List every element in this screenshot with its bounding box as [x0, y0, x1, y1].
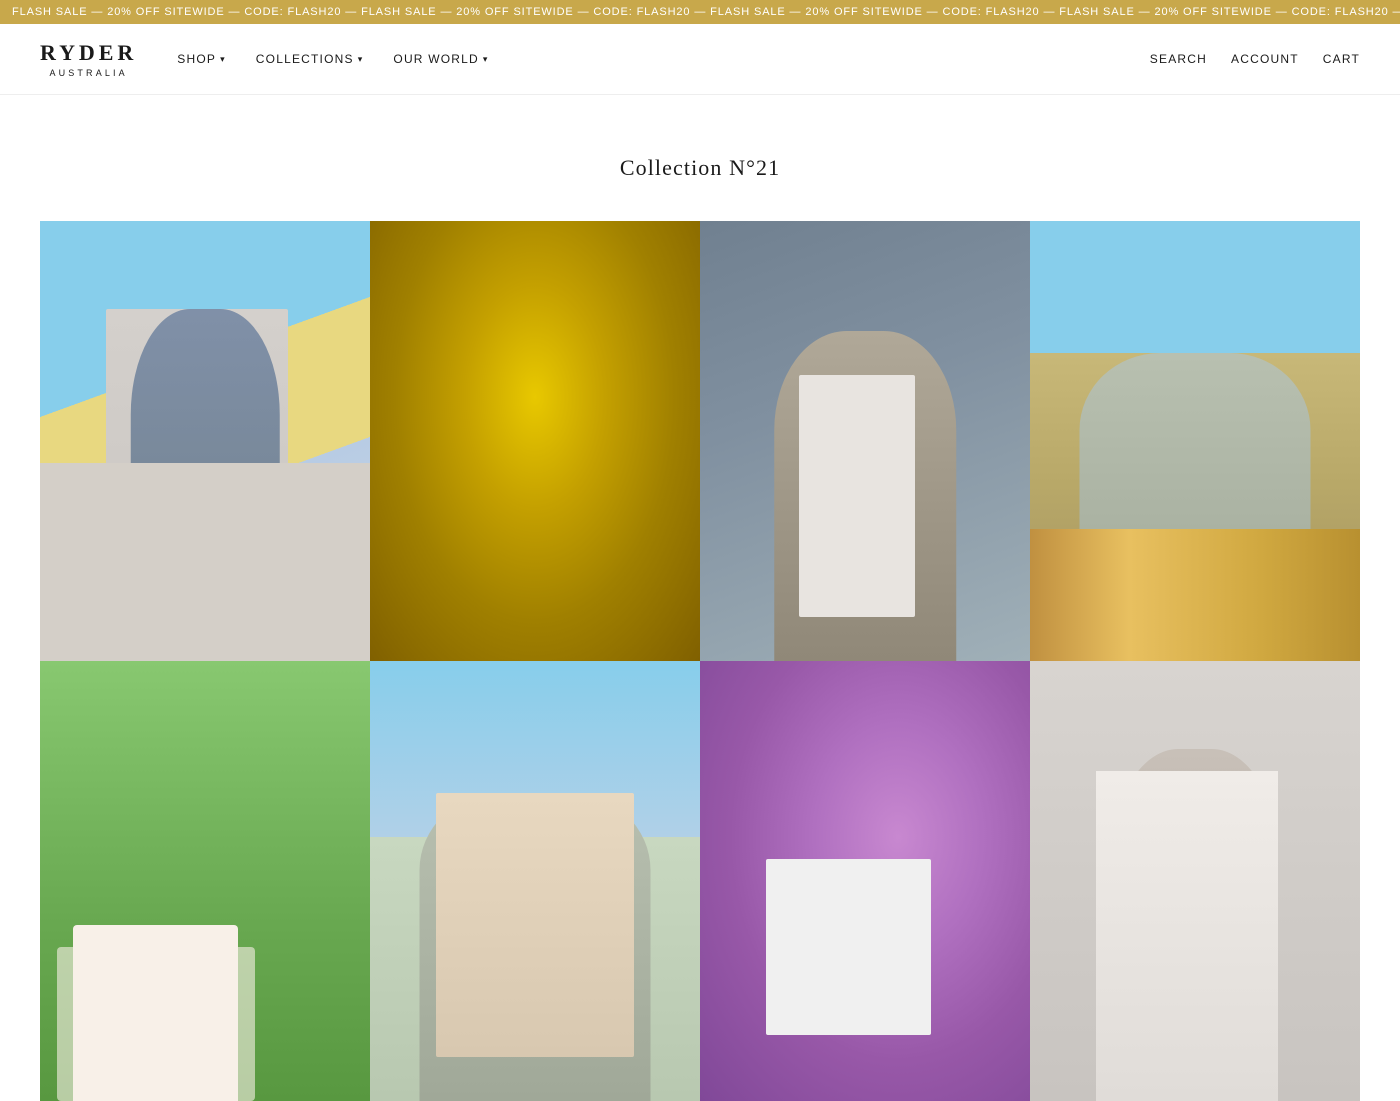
banner-text: FLASH SALE — 20% OFF SITEWIDE — CODE: FL… — [0, 6, 1400, 18]
grid-item-7[interactable] — [700, 661, 1030, 1101]
nav-cart[interactable]: CART — [1323, 52, 1360, 66]
grid-item-6[interactable] — [370, 661, 700, 1101]
main-nav: RYDER AUSTRALIA SHOP ▾ COLLECTIONS ▾ OUR… — [0, 24, 1400, 95]
person-silhouette — [1080, 353, 1311, 661]
logo-brand: RYDER — [40, 40, 137, 66]
nav-collections-label: COLLECTIONS — [256, 52, 354, 66]
grid-item-2[interactable] — [370, 221, 700, 661]
photo-1 — [40, 221, 370, 661]
person-silhouette — [1113, 749, 1278, 1101]
photo-7 — [700, 661, 1030, 1101]
nav-collections[interactable]: COLLECTIONS ▾ — [256, 52, 364, 66]
nav-our-world-label: OUR WORLD — [393, 52, 478, 66]
logo[interactable]: RYDER AUSTRALIA — [40, 40, 137, 78]
page-title-section: Collection N°21 — [0, 95, 1400, 221]
chevron-down-icon: ▾ — [483, 54, 489, 65]
photo-3 — [700, 221, 1030, 661]
chevron-down-icon: ▾ — [220, 54, 226, 65]
nav-right: SEARCH ACCOUNT CART — [1150, 52, 1360, 66]
person-silhouette — [131, 309, 280, 661]
grid-item-4[interactable] — [1030, 221, 1360, 661]
grid-item-1[interactable] — [40, 221, 370, 661]
photo-4 — [1030, 221, 1360, 661]
photo-6 — [370, 661, 700, 1101]
logo-sub: AUSTRALIA — [49, 68, 127, 78]
nav-search[interactable]: SEARCH — [1150, 52, 1207, 66]
grid-item-3[interactable] — [700, 221, 1030, 661]
nav-our-world[interactable]: OUR WORLD ▾ — [393, 52, 488, 66]
promo-banner: FLASH SALE — 20% OFF SITEWIDE — CODE: FL… — [0, 0, 1400, 24]
grid-item-8[interactable] — [1030, 661, 1360, 1101]
chevron-down-icon: ▾ — [358, 54, 364, 65]
person-silhouette — [774, 331, 956, 661]
nav-left: SHOP ▾ COLLECTIONS ▾ OUR WORLD ▾ — [177, 52, 1150, 66]
photo-2 — [370, 221, 700, 661]
nav-shop[interactable]: SHOP ▾ — [177, 52, 226, 66]
grid-item-5[interactable] — [40, 661, 370, 1101]
page-title: Collection N°21 — [40, 155, 1360, 181]
photo-8 — [1030, 661, 1360, 1101]
image-grid — [0, 221, 1400, 1101]
person-silhouette — [420, 793, 651, 1101]
photo-5 — [40, 661, 370, 1101]
nav-account[interactable]: ACCOUNT — [1231, 52, 1299, 66]
nav-shop-label: SHOP — [177, 52, 216, 66]
